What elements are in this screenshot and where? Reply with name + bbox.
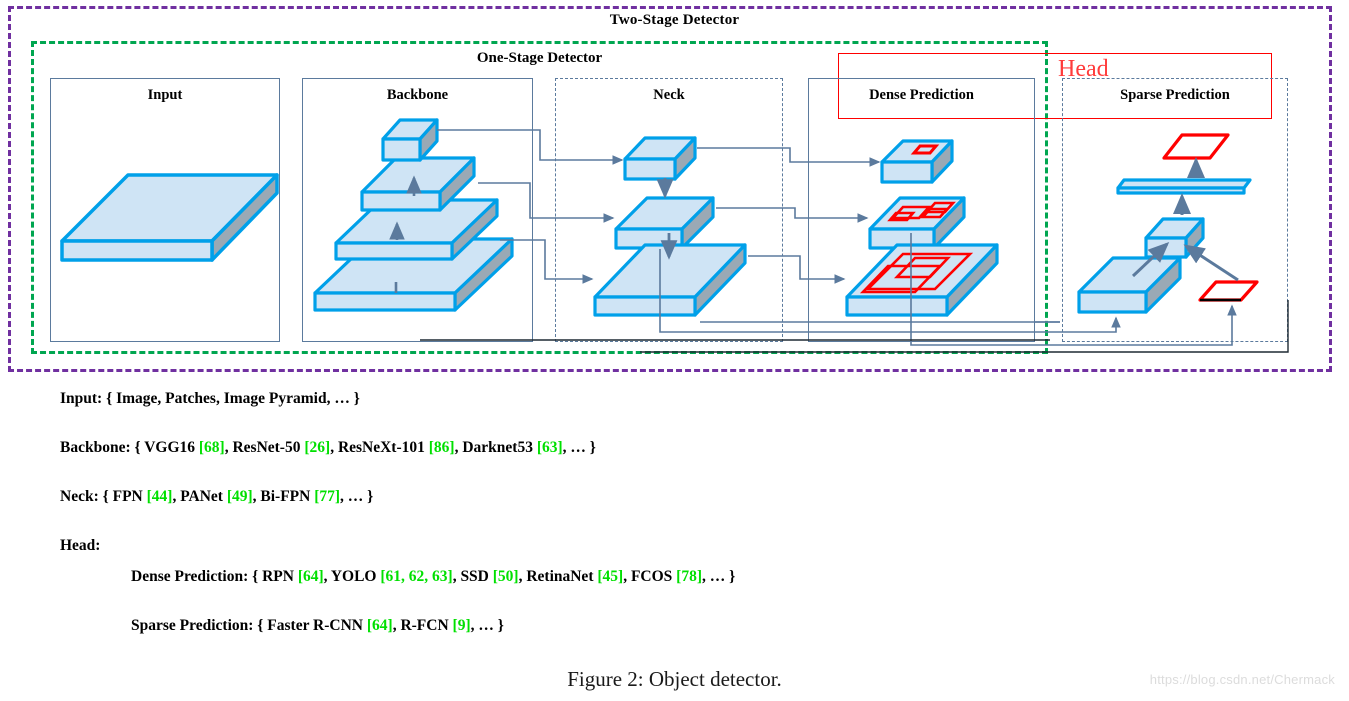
- legend-text-run: , … }: [701, 568, 736, 585]
- legend-items-sparse: { Faster R-CNN [64], R-FCN [9], … }: [257, 617, 504, 634]
- legend-label-head: Head:: [60, 537, 101, 554]
- citation-ref: [45]: [597, 568, 624, 585]
- citation-ref: [49]: [226, 488, 253, 505]
- citation-ref: [78]: [676, 568, 702, 585]
- panel-sparse-prediction: Sparse Prediction: [1062, 78, 1288, 342]
- legend-text-run: , YOLO: [323, 568, 381, 585]
- citation-ref: [61, 62, 63]: [380, 568, 453, 585]
- legend-text-run: , RetinaNet: [518, 568, 598, 585]
- figure-caption: Figure 2: Object detector.: [567, 667, 782, 691]
- legend-text-run: { Faster R-CNN: [257, 617, 367, 634]
- legend-text-run: { FPN: [102, 488, 147, 505]
- legend-text-run: , R-FCN: [392, 617, 453, 634]
- legend-label-dense: Dense Prediction:: [131, 568, 253, 585]
- legend-line-input: Input: { Image, Patches, Image Pyramid, …: [60, 390, 360, 407]
- legend-text-run: , Darknet53: [454, 439, 537, 456]
- legend-label-sparse: Sparse Prediction:: [131, 617, 258, 634]
- panel-title-input: Input: [147, 87, 183, 103]
- panel-dense-prediction: Dense Prediction: [808, 78, 1035, 342]
- legend-items-backbone: { VGG16 [68], ResNet-50 [26], ResNeXt-10…: [135, 439, 596, 456]
- legend-line-dense-prediction: Dense Prediction: { RPN [64], YOLO [61, …: [131, 568, 735, 585]
- citation-ref: [26]: [304, 439, 331, 456]
- legend-line-neck: Neck: { FPN [44], PANet [49], Bi-FPN [77…: [60, 488, 373, 505]
- citation-ref: [63]: [536, 439, 563, 456]
- citation-ref: [44]: [146, 488, 173, 505]
- citation-ref: [86]: [428, 439, 455, 456]
- citation-ref: [64]: [366, 617, 393, 634]
- panel-title-neck: Neck: [653, 87, 685, 103]
- citation-ref: [50]: [492, 568, 519, 585]
- legend-label-neck: Neck:: [60, 488, 103, 505]
- panel-backbone: Backbone: [302, 78, 533, 342]
- legend-items-input: { Image, Patches, Image Pyramid, … }: [106, 390, 360, 407]
- panel-title-dense-prediction: Dense Prediction: [869, 87, 974, 103]
- legend-line-sparse-prediction: Sparse Prediction: { Faster R-CNN [64], …: [131, 617, 504, 634]
- legend-text-run: , … }: [562, 439, 596, 456]
- panel-input: Input: [50, 78, 280, 342]
- legend-text-run: { RPN: [252, 568, 298, 585]
- figure-canvas: Two-Stage Detector One-Stage Detector He…: [0, 0, 1349, 701]
- citation-ref: [9]: [452, 617, 471, 634]
- watermark: https://blog.csdn.net/Chermack: [1149, 672, 1335, 687]
- legend-text-run: , PANet: [172, 488, 227, 505]
- legend-text-run: , ResNeXt-101: [330, 439, 429, 456]
- legend-text-run: , … }: [340, 488, 374, 505]
- legend-label-input: Input:: [60, 390, 107, 407]
- legend-text-run: , SSD: [452, 568, 493, 585]
- two-stage-detector-label: Two-Stage Detector: [609, 12, 740, 28]
- legend-text-run: , ResNet-50: [224, 439, 305, 456]
- legend-text-run: , … }: [470, 617, 504, 634]
- legend-text-run: , Bi-FPN: [252, 488, 315, 505]
- legend-label-backbone: Backbone:: [60, 439, 135, 456]
- legend-line-head: Head:: [60, 537, 100, 554]
- citation-ref: [68]: [198, 439, 225, 456]
- legend-line-backbone: Backbone: { VGG16 [68], ResNet-50 [26], …: [60, 439, 596, 456]
- legend-text-run: , FCOS: [623, 568, 677, 585]
- legend-items-neck: { FPN [44], PANet [49], Bi-FPN [77], … }: [103, 488, 374, 505]
- one-stage-detector-label: One-Stage Detector: [476, 50, 603, 66]
- panel-title-sparse-prediction: Sparse Prediction: [1120, 87, 1230, 103]
- legend-text-run: { VGG16: [134, 439, 199, 456]
- citation-ref: [77]: [314, 488, 341, 505]
- panel-title-backbone: Backbone: [386, 87, 449, 103]
- panel-neck: Neck: [555, 78, 783, 342]
- citation-ref: [64]: [297, 568, 324, 585]
- legend-items-dense: { RPN [64], YOLO [61, 62, 63], SSD [50],…: [252, 568, 735, 585]
